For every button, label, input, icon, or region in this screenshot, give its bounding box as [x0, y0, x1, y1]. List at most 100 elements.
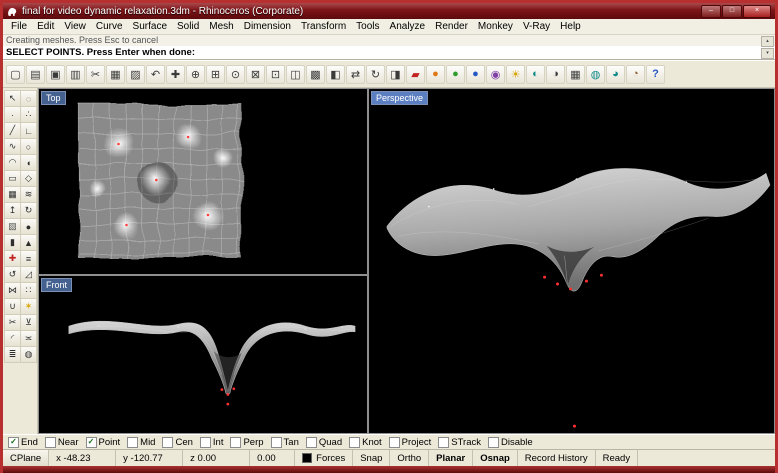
menu-item[interactable]: Help — [555, 21, 586, 32]
record-history-pane[interactable]: Record History — [518, 450, 596, 466]
zoom-extents-icon[interactable]: ⊠ — [246, 65, 265, 84]
osnap-end-checkbox[interactable]: ✓End — [8, 437, 38, 448]
zoom-dynamic-icon[interactable]: ⊕ — [186, 65, 205, 84]
menu-item[interactable]: Solid — [172, 21, 204, 32]
osnap-perp-checkbox[interactable]: Perp — [230, 437, 263, 448]
new-file-icon[interactable]: ▢ — [6, 65, 25, 84]
maximize-button[interactable]: □ — [722, 5, 742, 18]
menu-item[interactable]: File — [6, 21, 32, 32]
box-icon[interactable]: ▧ — [4, 218, 21, 235]
checkbox[interactable] — [488, 437, 499, 448]
light-icon[interactable]: ☀ — [506, 65, 525, 84]
viewport-layout-icon[interactable]: ◫ — [286, 65, 305, 84]
arc-icon[interactable]: ◠ — [4, 154, 21, 171]
osnap-disable-checkbox[interactable]: Disable — [488, 437, 533, 448]
checkbox[interactable] — [200, 437, 211, 448]
checkbox[interactable]: ✓ — [8, 437, 19, 448]
menu-item[interactable]: Analyze — [385, 21, 431, 32]
menu-item[interactable]: Surface — [128, 21, 172, 32]
menu-item[interactable]: V-Ray — [518, 21, 555, 32]
title-bar[interactable]: final for video dynamic relaxation.3dm -… — [3, 3, 775, 19]
penguin-render-icon[interactable]: ● — [446, 65, 465, 84]
menu-item[interactable]: Mesh — [204, 21, 238, 32]
menu-item[interactable]: Monkey — [473, 21, 518, 32]
osnap-strack-checkbox[interactable]: STrack — [438, 437, 481, 448]
print-icon[interactable]: ▥ — [66, 65, 85, 84]
pan-icon[interactable]: ✚ — [166, 65, 185, 84]
osnap-project-checkbox[interactable]: Project — [389, 437, 432, 448]
cylinder-icon[interactable]: ▮ — [4, 234, 21, 251]
checkbox[interactable] — [389, 437, 400, 448]
osnap-mid-checkbox[interactable]: Mid — [127, 437, 155, 448]
help-icon[interactable]: ? — [646, 65, 665, 84]
layers-icon[interactable]: ≣ — [4, 346, 21, 363]
ellipse-icon[interactable]: ◖ — [20, 154, 37, 171]
material-icon[interactable]: ◐ — [526, 65, 545, 84]
checkbox[interactable] — [271, 437, 282, 448]
ready-status[interactable]: Ready — [596, 450, 638, 466]
environment-icon[interactable]: ◑ — [546, 65, 565, 84]
osnap-point-checkbox[interactable]: ✓Point — [86, 437, 121, 448]
ortho-pane[interactable]: Ortho — [390, 450, 429, 466]
osnap-tan-checkbox[interactable]: Tan — [271, 437, 299, 448]
rectangle-icon[interactable]: ▭ — [4, 170, 21, 187]
copy-view-icon[interactable]: ◨ — [386, 65, 405, 84]
viewport-perspective-label[interactable]: Perspective — [371, 91, 428, 105]
osnap-near-checkbox[interactable]: Near — [45, 437, 79, 448]
zoom-extents-all-icon[interactable]: ⊡ — [266, 65, 285, 84]
curve-icon[interactable]: ∿ — [4, 138, 21, 155]
menu-item[interactable]: Transform — [296, 21, 351, 32]
copy-object-icon[interactable]: ≡ — [20, 250, 37, 267]
osnap-quad-checkbox[interactable]: Quad — [306, 437, 342, 448]
loft-icon[interactable]: ≋ — [20, 186, 37, 203]
trim-icon[interactable]: ✂ — [4, 314, 21, 331]
minimize-button[interactable]: – — [701, 5, 721, 18]
viewport-top[interactable]: Top — [39, 89, 367, 274]
menu-item[interactable]: View — [59, 21, 91, 32]
array-icon[interactable]: ∷ — [20, 282, 37, 299]
bongo-car-icon[interactable]: ▰ — [406, 65, 425, 84]
line-icon[interactable]: ╱ — [4, 122, 21, 139]
point-icon[interactable]: ∙ — [4, 106, 21, 123]
snap-pane[interactable]: Snap — [353, 450, 390, 466]
raytrace-icon[interactable]: ◉ — [486, 65, 505, 84]
vray-render-icon[interactable]: ◕ — [606, 65, 625, 84]
flamingo-render-icon[interactable]: ● — [426, 65, 445, 84]
move-object-icon[interactable]: ✚ — [4, 250, 21, 267]
menu-item[interactable]: Dimension — [239, 21, 296, 32]
monkey-icon[interactable]: ◔ — [626, 65, 645, 84]
rotate-object-icon[interactable]: ↺ — [4, 266, 21, 283]
extrude-icon[interactable]: ↥ — [4, 202, 21, 219]
save-file-icon[interactable]: ▣ — [46, 65, 65, 84]
join-icon[interactable]: ∪ — [4, 298, 21, 315]
checkbox[interactable]: ✓ — [86, 437, 97, 448]
cut-icon[interactable]: ✂ — [86, 65, 105, 84]
points-icon[interactable]: ∴ — [20, 106, 37, 123]
rotate-view-icon[interactable]: ↻ — [366, 65, 385, 84]
layer-pane[interactable]: Forces — [295, 450, 353, 466]
checkbox[interactable] — [438, 437, 449, 448]
zoom-selected-icon[interactable]: ⊙ — [226, 65, 245, 84]
viewport-perspective[interactable]: Perspective — [369, 89, 774, 433]
render-icon[interactable]: ● — [466, 65, 485, 84]
sphere-icon[interactable]: ● — [20, 218, 37, 235]
checkbox[interactable] — [127, 437, 138, 448]
surface-icon[interactable]: ▦ — [4, 186, 21, 203]
close-button[interactable]: × — [743, 5, 771, 18]
copy-icon[interactable]: ▦ — [106, 65, 125, 84]
checkbox[interactable] — [306, 437, 317, 448]
fillet-icon[interactable]: ◜ — [4, 330, 21, 347]
osnap-cen-checkbox[interactable]: Cen — [162, 437, 192, 448]
checkbox[interactable] — [230, 437, 241, 448]
viewport-top-label[interactable]: Top — [41, 91, 66, 105]
menu-item[interactable]: Tools — [351, 21, 384, 32]
planar-pane[interactable]: Planar — [429, 450, 473, 466]
mirror-icon[interactable]: ⋈ — [4, 282, 21, 299]
revolve-icon[interactable]: ↻ — [20, 202, 37, 219]
polyline-icon[interactable]: ∟ — [20, 122, 37, 139]
viewport-front[interactable]: Front — [39, 276, 367, 433]
named-views-icon[interactable]: ▩ — [306, 65, 325, 84]
menu-item[interactable]: Curve — [91, 21, 128, 32]
menu-item[interactable]: Edit — [32, 21, 59, 32]
zoom-window-icon[interactable]: ⊞ — [206, 65, 225, 84]
